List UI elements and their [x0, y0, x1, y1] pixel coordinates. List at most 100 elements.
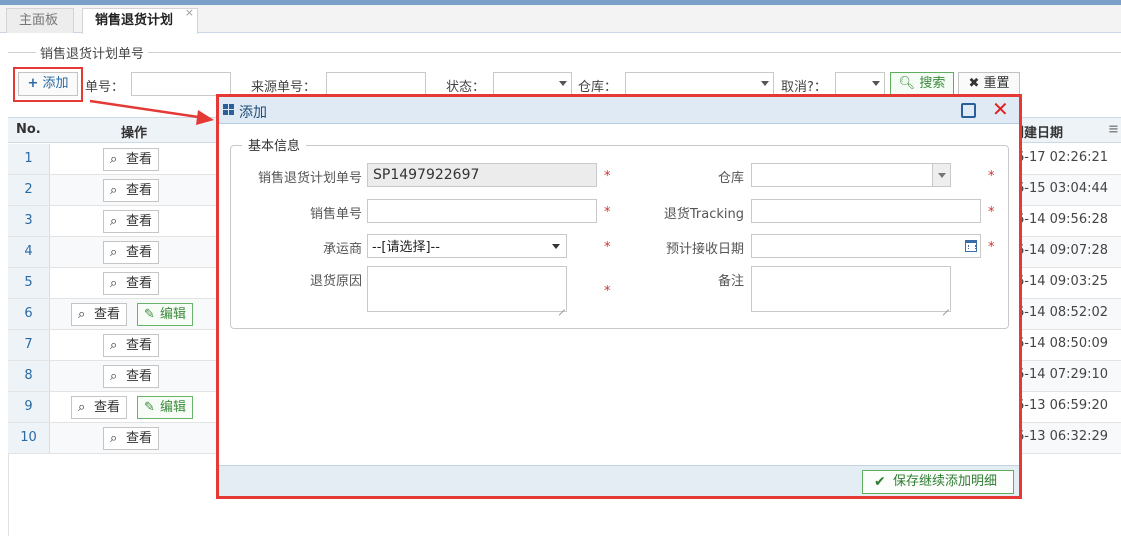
save-continue-button[interactable]: ✔ 保存继续添加明细 [862, 470, 1014, 494]
view-button-label: 查看 [126, 214, 153, 229]
row-number: 7 [8, 330, 50, 360]
search-button-label: 搜索 [919, 76, 946, 91]
view-button[interactable]: ⌕ 查看 [103, 241, 160, 264]
created-date-cell: 6-13 06:32:29 [1016, 429, 1109, 444]
magnifier-icon: ⌕ [78, 307, 86, 322]
tab-sales-return-plan[interactable]: 销售退货计划 × [82, 6, 198, 34]
sales-no-field[interactable] [367, 199, 597, 223]
row-number: 1 [8, 144, 50, 174]
tab-close-icon[interactable]: × [185, 1, 194, 25]
view-button[interactable]: ⌕ 查看 [71, 303, 128, 326]
row-number: 4 [8, 237, 50, 267]
order-no-label: 单号： [85, 80, 125, 95]
source-no-input[interactable] [326, 72, 426, 96]
view-button[interactable]: ⌕ 查看 [103, 272, 160, 295]
chevron-down-icon [559, 81, 567, 86]
column-menu-icon[interactable]: ≡ [1108, 122, 1119, 137]
remark-label: 备注 [717, 274, 744, 289]
magnifier-icon: ⌕ [110, 183, 118, 198]
basic-info-legend: 基本信息 [242, 135, 307, 154]
calendar-icon[interactable] [965, 240, 977, 252]
magnifier-icon: ⌕ [110, 276, 118, 291]
close-icon[interactable]: ✕ [992, 98, 1009, 120]
view-button[interactable]: ⌕ 查看 [103, 210, 160, 233]
eta-label: 预计接收日期 [665, 242, 744, 257]
search-legend: 销售退货计划单号 [36, 43, 149, 62]
warehouse-select[interactable] [625, 72, 774, 96]
warehouse-combo[interactable] [751, 163, 951, 187]
row-number: 10 [8, 423, 50, 453]
view-button[interactable]: ⌕ 查看 [103, 365, 160, 388]
tracking-label: 退货Tracking [663, 207, 744, 222]
remark-textarea[interactable] [751, 266, 951, 312]
magnifier-icon: ⌕ [110, 214, 118, 229]
reset-button-label: 重置 [983, 76, 1010, 91]
magnifier-icon: ⌕ [110, 369, 118, 384]
view-button[interactable]: ⌕ 查看 [103, 179, 160, 202]
tab-home[interactable]: 主面板 [6, 8, 74, 33]
magnifier-icon: ⌕ [110, 245, 118, 260]
eta-date-field[interactable] [751, 234, 981, 258]
dialog-title: 添加 [239, 105, 267, 121]
plan-no-label: 销售退货计划单号 [257, 171, 362, 186]
dialog-footer: ✔ 保存继续添加明细 [219, 465, 1019, 496]
edit-icon: ✎ [144, 307, 155, 322]
edit-button-label: 编辑 [160, 307, 187, 322]
row-number: 9 [8, 392, 50, 422]
plan-no-field[interactable]: SP1497922697 [367, 163, 597, 187]
view-button-label: 查看 [94, 307, 121, 322]
created-date-cell: 6-14 08:50:09 [1016, 336, 1109, 351]
warehouse-label: 仓库： [578, 80, 618, 95]
view-button-label: 查看 [126, 183, 153, 198]
resize-grip-icon[interactable] [941, 302, 949, 310]
tracking-field[interactable] [751, 199, 981, 223]
view-button-label: 查看 [126, 152, 153, 167]
tab-strip: 主面板 销售退货计划 × [0, 5, 1121, 34]
carrier-select-value: --[请选择]-- [372, 240, 440, 255]
dialog-titlebar[interactable]: 添加 ✕ [219, 97, 1019, 124]
edit-button[interactable]: ✎ 编辑 [137, 396, 194, 419]
required-mark: * [988, 205, 995, 220]
view-button[interactable]: ⌕ 查看 [103, 148, 160, 171]
created-date-cell: 6-14 09:56:28 [1016, 212, 1109, 227]
tab-home-label: 主面板 [19, 13, 59, 28]
reason-textarea[interactable] [367, 266, 567, 312]
tab-sales-return-plan-label: 销售退货计划 [95, 13, 174, 28]
required-mark: * [604, 205, 611, 220]
reason-label: 退货原因 [309, 274, 362, 289]
search-button[interactable]: 🔍︎ 搜索 [890, 72, 954, 96]
created-date-cell: 6-14 09:07:28 [1016, 243, 1109, 258]
created-date-cell: 6-14 09:03:25 [1016, 274, 1109, 289]
col-header-no: No. [16, 122, 41, 137]
row-number: 2 [8, 175, 50, 205]
row-number: 5 [8, 268, 50, 298]
chevron-down-icon[interactable] [932, 164, 950, 186]
carrier-label: 承运商 [322, 242, 362, 257]
created-date-cell: 6-14 08:52:02 [1016, 305, 1109, 320]
chevron-down-icon [872, 81, 880, 86]
magnifier-icon: ⌕ [78, 400, 86, 415]
edit-button[interactable]: ✎ 编辑 [137, 303, 194, 326]
required-mark: * [988, 169, 995, 184]
view-button-label: 查看 [126, 431, 153, 446]
magnifier-icon: ⌕ [110, 431, 118, 446]
order-no-input[interactable] [131, 72, 231, 96]
cancel-select[interactable] [835, 72, 885, 96]
required-mark: * [988, 240, 995, 255]
view-button[interactable]: ⌕ 查看 [71, 396, 128, 419]
status-select[interactable] [493, 72, 572, 96]
required-mark: * [604, 169, 611, 184]
warehouse-label: 仓库 [717, 171, 744, 186]
edit-button-label: 编辑 [160, 400, 187, 415]
view-button[interactable]: ⌕ 查看 [103, 427, 160, 450]
magnifier-icon: ⌕ [110, 152, 118, 167]
maximize-icon[interactable] [961, 103, 976, 118]
carrier-select[interactable]: --[请选择]-- [367, 234, 567, 258]
chevron-down-icon [552, 244, 560, 249]
resize-grip-icon[interactable] [557, 302, 565, 310]
check-icon: ✔ [874, 474, 886, 490]
reset-button[interactable]: ✖ 重置 [958, 72, 1020, 96]
sales-no-label: 销售单号 [309, 207, 362, 222]
add-button-highlight [13, 67, 83, 102]
view-button[interactable]: ⌕ 查看 [103, 334, 160, 357]
